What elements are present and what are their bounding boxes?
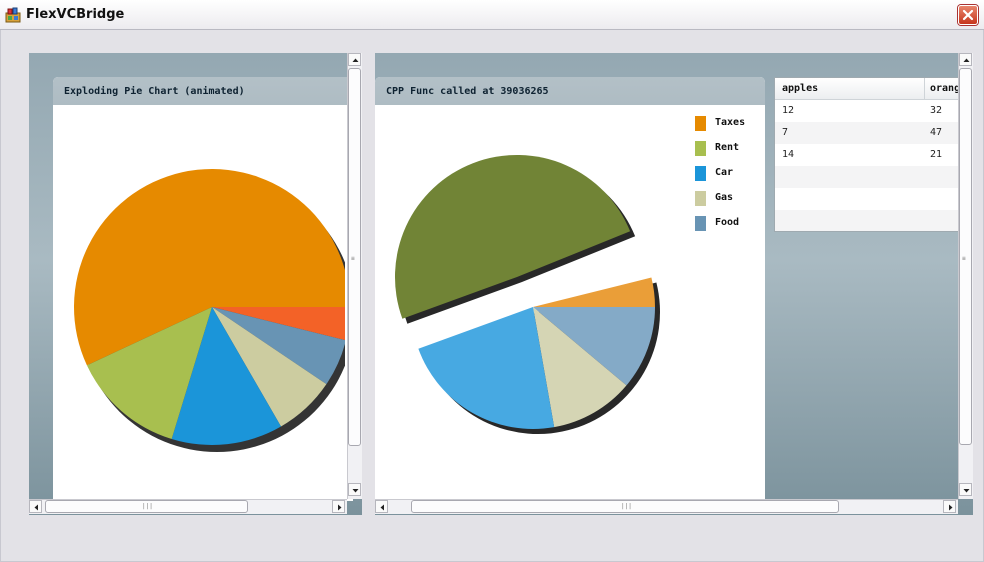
arrow-up-icon: [963, 58, 970, 62]
grid-cell: 32: [930, 105, 943, 116]
right-panel-header: CPP Func called at 39036265: [375, 77, 765, 105]
grid-cell: 47: [930, 127, 943, 138]
arrow-left-icon: [380, 504, 384, 511]
pie-slice-taxes: [533, 277, 655, 307]
right-chart-container: CPP Func called at 39036265 Taxes Rent C…: [375, 53, 973, 515]
arrow-down-icon: [963, 489, 970, 493]
left-scroll-up-button[interactable]: [348, 53, 361, 66]
legend-swatch-rent: [695, 141, 706, 156]
arrow-right-icon: [338, 504, 342, 511]
legend-swatch-taxes: [695, 116, 706, 131]
grid-cell: 7: [782, 127, 789, 138]
right-scroll-right-button[interactable]: [943, 500, 956, 513]
legend-swatch-car: [695, 166, 706, 181]
legend-label: Taxes: [715, 117, 746, 128]
left-pie-chart: [62, 107, 353, 501]
window-title: FlexVCBridge: [26, 7, 125, 22]
table-row[interactable]: [775, 188, 958, 210]
legend-label: Gas: [715, 192, 734, 203]
grid-cell: 14: [782, 149, 795, 160]
left-panel-title: Exploding Pie Chart (animated): [64, 86, 245, 97]
grip-icon: ≡: [962, 255, 966, 262]
left-scroll-left-button[interactable]: [29, 500, 42, 513]
right-vscroll-thumb[interactable]: ≡: [959, 68, 972, 445]
left-scroll-down-button[interactable]: [348, 483, 361, 496]
grid-cell: 21: [930, 149, 943, 160]
arrow-right-icon: [949, 504, 953, 511]
table-row[interactable]: 12 32: [775, 100, 958, 122]
grid-header-apples[interactable]: apples: [782, 83, 818, 94]
grip-icon: ≡: [351, 255, 355, 262]
right-horizontal-scrollbar[interactable]: |||: [375, 499, 958, 514]
grip-icon: |||: [621, 503, 632, 510]
grid-header: apples oranges: [775, 78, 958, 100]
close-icon: [962, 9, 974, 21]
right-pie-chart: Taxes Rent Car Gas Food: [382, 107, 756, 501]
legend-label: Food: [715, 217, 740, 228]
legend-swatch-food: [695, 216, 706, 231]
legend-label: Rent: [715, 142, 740, 153]
left-panel-header: Exploding Pie Chart (animated): [53, 77, 353, 105]
table-row[interactable]: [775, 210, 958, 231]
grip-icon: |||: [142, 503, 153, 510]
pie-slice-car: [418, 307, 555, 430]
left-vscroll-thumb[interactable]: ≡: [348, 68, 361, 446]
left-chart-panel: Exploding Pie Chart (animated): [53, 77, 353, 501]
left-chart-container: Exploding Pie Chart (animated) ≡ |||: [29, 53, 362, 515]
right-scroll-down-button[interactable]: [959, 483, 972, 496]
left-hscroll-thumb[interactable]: |||: [45, 500, 248, 513]
table-row[interactable]: [775, 166, 958, 188]
grid-cell: 12: [782, 105, 795, 116]
arrow-up-icon: [352, 58, 359, 62]
title-bar: FlexVCBridge: [0, 0, 984, 30]
table-row[interactable]: 7 47: [775, 122, 958, 144]
grid-header-oranges[interactable]: oranges: [930, 83, 958, 94]
data-grid[interactable]: apples oranges 12 32 7 47 14 21: [774, 77, 959, 232]
arrow-down-icon: [352, 489, 359, 493]
left-scroll-right-button[interactable]: [332, 500, 345, 513]
right-scroll-left-button[interactable]: [375, 500, 388, 513]
table-row[interactable]: 14 21: [775, 144, 958, 166]
legend-label: Car: [715, 167, 734, 178]
right-chart-panel: CPP Func called at 39036265 Taxes Rent C…: [375, 77, 765, 501]
legend-swatch-gas: [695, 191, 706, 206]
arrow-left-icon: [34, 504, 38, 511]
right-scroll-up-button[interactable]: [959, 53, 972, 66]
left-vertical-scrollbar[interactable]: ≡: [347, 53, 362, 499]
right-hscroll-thumb[interactable]: |||: [411, 500, 839, 513]
app-icon: [5, 7, 21, 23]
right-panel-title: CPP Func called at 39036265: [386, 86, 549, 97]
left-horizontal-scrollbar[interactable]: |||: [29, 499, 347, 514]
close-button[interactable]: [958, 5, 978, 25]
right-vertical-scrollbar[interactable]: ≡: [958, 53, 973, 499]
